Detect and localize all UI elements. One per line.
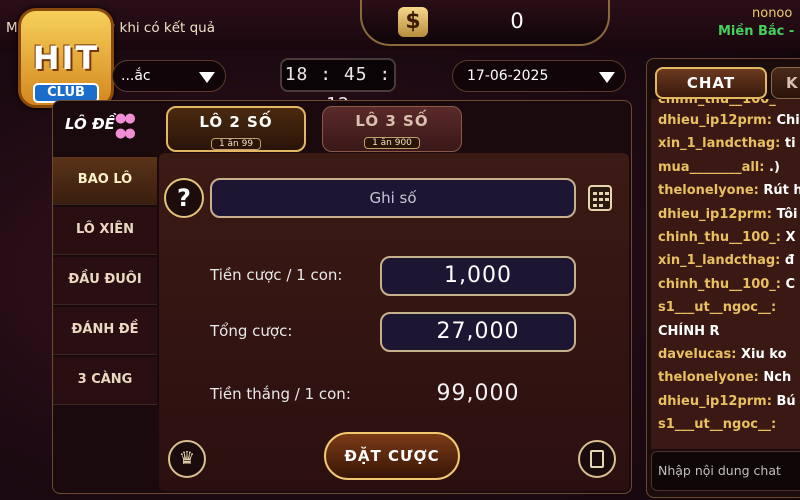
chat-message: xin_1_landcthag: ti [658,136,796,152]
help-button[interactable]: ? [164,178,204,218]
trophy-icon[interactable]: ♛ [168,440,206,478]
lottery-balls-icon: ●● ●● [115,111,136,141]
tab-title: LÔ 2 SỐ [199,113,273,131]
total-bet-label: Tổng cược: [210,322,293,340]
chat-message: chinh_thu__100_: X [658,229,796,245]
win-per-value: 99,000 [436,381,520,406]
bet-per-label: Tiền cược / 1 con: [210,266,343,284]
chevron-down-icon [599,72,615,83]
balance-value: 0 [510,9,524,33]
sidebar-item-3-cang[interactable]: 3 CÀNG [53,357,157,405]
tab-lo-3-so[interactable]: LÔ 3 SỐ 1 ăn 900 [322,106,462,152]
tab-odds: 1 ăn 900 [364,137,420,149]
chat-input[interactable]: Nhập nội dung chat [651,451,800,491]
tab-lo-2-so[interactable]: LÔ 2 SỐ 1 ăn 99 [166,106,306,152]
tab-secondary[interactable]: K [771,67,800,99]
chat-message: davelucas: Xiu ko [658,346,787,362]
sidebar-item-danh-de[interactable]: ĐÁNH ĐỀ [53,307,157,355]
date-select[interactable]: 17-06-2025 [452,60,626,92]
history-icon[interactable] [578,440,616,478]
chat-message: s1___ut__ngoc__: [658,417,777,433]
chat-message: chinh_thu__100_: C [658,276,796,292]
logo-hit-text: HIT [32,39,100,77]
user-name: nonoo [752,6,793,21]
chat-message: chinh_thu__100_ [658,99,776,107]
tab-chat[interactable]: CHAT [655,67,767,99]
chat-message: thelonelyone: Nch [658,370,792,386]
sidebar-item-dau-duoi[interactable]: ĐẦU ĐUÔI [53,257,157,305]
chat-message: xin_1_landcthag: đ [658,253,795,269]
win-per-label: Tiền thắng / 1 con: [210,385,351,403]
balance-display: $ 0 [360,0,610,46]
clock-display: 18 : 45 : 12 [280,58,396,115]
top-bar: M...ận tiền ngay khi có kết quả $ 0 nono… [0,0,800,50]
chevron-down-icon [199,72,215,83]
place-bet-button[interactable]: ĐẶT CƯỢC [324,432,460,480]
total-bet-value: 27,000 [380,312,576,352]
chat-message: dhieu_ip12prm: Tôi [658,206,798,222]
dollar-icon: $ [398,7,428,37]
region-select-value: ...ắc [121,68,151,84]
sidebar-item-bao-lo[interactable]: BAO LÔ [53,157,157,205]
bet-per-input[interactable]: 1,000 [380,256,576,296]
chat-message: mua________all: .) [658,159,780,175]
chat-message: s1___ut__ngoc__: [658,300,777,316]
user-region: Miền Bắc - [718,24,795,39]
numbers-input[interactable]: Ghi số [210,178,576,218]
bet-type-sidebar: BAO LÔ LÔ XIÊN ĐẦU ĐUÔI ĐÁNH ĐỀ 3 CÀNG [53,157,157,407]
region-select[interactable]: ...ắc [112,60,226,92]
lode-title: LÔ ĐỀ [65,115,115,133]
chat-message: dhieu_ip12prm: Bú [658,393,796,409]
chat-message: dhieu_ip12prm: Chi [658,113,800,128]
chat-message: CHÍNH R [658,323,720,339]
hit-club-logo[interactable]: HIT CLUB [18,8,114,108]
calculator-icon[interactable] [588,185,612,211]
chat-panel: chinh_thu__100_ dhieu_ip12prm: Chi xin_1… [646,58,800,498]
chat-message-list[interactable]: chinh_thu__100_ dhieu_ip12prm: Chi xin_1… [651,99,800,449]
chat-message: thelonelyone: Rút h [658,183,800,199]
date-select-value: 17-06-2025 [467,68,549,84]
sidebar-item-lo-xien[interactable]: LÔ XIÊN [53,207,157,255]
tab-title: LÔ 3 SỐ [355,112,429,130]
tab-odds: 1 ăn 99 [210,138,262,150]
